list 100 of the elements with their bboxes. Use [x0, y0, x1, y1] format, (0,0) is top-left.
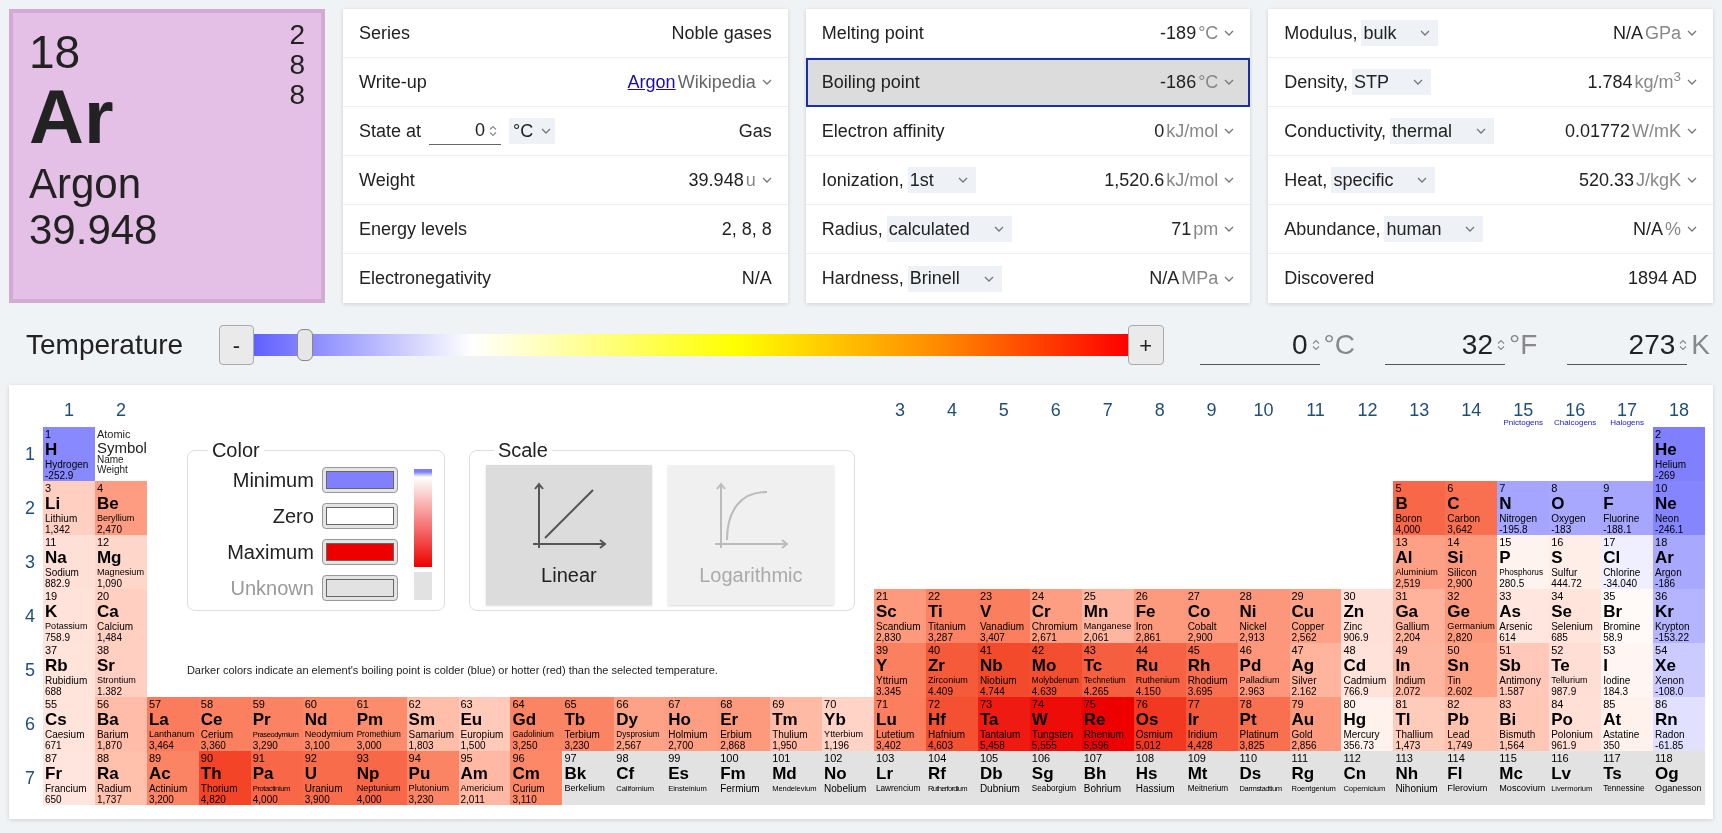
element-tile[interactable]: 17 Cl Chlorine -34.040: [1601, 535, 1654, 589]
element-tile[interactable]: 51 Sb Antimony 1.587: [1497, 643, 1550, 697]
element-tile[interactable]: 72 Hf Hafnium 4,603: [925, 697, 978, 751]
element-tile[interactable]: 90 Th Thorium 4,820: [198, 751, 251, 805]
element-tile[interactable]: 63 Eu Europium 1,500: [458, 697, 511, 751]
element-tile[interactable]: 11 Na Sodium 882.9: [43, 535, 95, 589]
element-tile[interactable]: 118 Og Oganesson: [1653, 751, 1705, 805]
element-tile[interactable]: 50 Sn Tin 2.602: [1445, 643, 1498, 697]
element-tile[interactable]: 105 Db Dubnium: [977, 751, 1030, 805]
element-tile[interactable]: 106 Sg Seaborgium: [1029, 751, 1082, 805]
element-tile[interactable]: 19 K Potassium 758.9: [43, 589, 95, 643]
element-tile[interactable]: 34 Se Selenium 685: [1549, 589, 1602, 643]
element-tile[interactable]: 69 Tm Thulium 1,950: [770, 697, 823, 751]
property-row[interactable]: Energy levels 2, 8, 8: [343, 205, 788, 254]
element-tile[interactable]: 9 F Fluorine -188.1: [1601, 481, 1654, 535]
element-tile[interactable]: 52 Te Tellurium 987.9: [1549, 643, 1602, 697]
element-tile[interactable]: 97 Bk Berkelium: [562, 751, 615, 805]
element-tile[interactable]: 3 Li Lithium 1,342: [43, 481, 95, 535]
element-tile[interactable]: 10 Ne Neon -246.1: [1653, 481, 1705, 535]
property-row[interactable]: Write-up ArgonWikipedia: [343, 58, 788, 107]
spinner-icon[interactable]: [1679, 338, 1688, 351]
option-select[interactable]: thermal: [1390, 118, 1495, 144]
element-tile[interactable]: 6 C Carbon 3,642: [1445, 481, 1498, 535]
element-tile[interactable]: 49 In Indium 2.072: [1393, 643, 1446, 697]
element-tile[interactable]: 95 Am Americium 2,011: [458, 751, 511, 805]
number-input[interactable]: 0: [429, 117, 502, 145]
element-tile[interactable]: 62 Sm Samarium 1,803: [406, 697, 459, 751]
element-tile[interactable]: 56 Ba Barium 1,870: [94, 697, 147, 751]
element-tile[interactable]: 70 Yb Ytterbium 1,196: [822, 697, 874, 751]
element-tile[interactable]: 44 Ru Ruthenium 4.150: [1133, 643, 1186, 697]
element-tile[interactable]: 92 U Uranium 3,900: [302, 751, 355, 805]
element-tile[interactable]: 82 Pb Lead 1,749: [1445, 697, 1498, 751]
element-tile[interactable]: 36 Kr Krypton -153.22: [1653, 589, 1705, 643]
element-tile[interactable]: 46 Pd Palladium 2.963: [1237, 643, 1290, 697]
element-tile[interactable]: 117 Ts Tennessine: [1601, 751, 1654, 805]
property-row[interactable]: Conductivity, thermal 0.01772W/mK: [1268, 107, 1713, 156]
property-row[interactable]: Heat, specific 520.33J/kgK: [1268, 156, 1713, 205]
unit-select[interactable]: °C: [509, 118, 556, 144]
element-tile[interactable]: 16 S Sulfur 444.72: [1549, 535, 1602, 589]
element-tile[interactable]: 73 Ta Tantalum 5,458: [977, 697, 1030, 751]
element-tile[interactable]: 54 Xe Xenon -108.0: [1653, 643, 1705, 697]
element-tile[interactable]: 96 Cm Curium 3,110: [510, 751, 563, 805]
property-row[interactable]: Boiling point -186°C: [805, 58, 1251, 107]
element-tile[interactable]: 89 Ac Actinium 3,200: [146, 751, 199, 805]
element-tile[interactable]: 57 La Lanthanum 3,464: [146, 697, 199, 751]
element-tile[interactable]: 87 Fr Francium 650: [43, 751, 95, 805]
property-row[interactable]: Radius, calculated 71pm: [805, 205, 1251, 254]
element-tile[interactable]: 28 Ni Nickel 2,913: [1237, 589, 1290, 643]
element-tile[interactable]: 1 H Hydrogen -252.9: [43, 427, 95, 481]
decrease-button[interactable]: -: [218, 325, 255, 365]
element-tile[interactable]: 100 Fm Fermium: [718, 751, 771, 805]
element-tile[interactable]: 93 Np Neptunium 4,000: [354, 751, 407, 805]
property-row[interactable]: Electron affinity 0kJ/mol: [805, 107, 1251, 156]
element-tile[interactable]: 108 Hs Hassium: [1133, 751, 1186, 805]
element-tile[interactable]: 15 P Phosphorus 280.5: [1497, 535, 1550, 589]
element-tile[interactable]: 53 I Iodine 184.3: [1601, 643, 1654, 697]
property-row[interactable]: Modulus, bulk N/AGPa: [1268, 9, 1713, 58]
element-tile[interactable]: 22 Ti Titanium 3,287: [925, 589, 978, 643]
element-tile[interactable]: 2 He Helium -269: [1653, 427, 1705, 481]
element-tile[interactable]: 64 Gd Gadolinium 3,250: [510, 697, 563, 751]
element-tile[interactable]: 43 Tc Technetium 4.265: [1081, 643, 1134, 697]
element-tile[interactable]: 47 Ag Silver 2.162: [1289, 643, 1342, 697]
element-tile[interactable]: 42 Mo Molybdenum 4.639: [1029, 643, 1082, 697]
element-tile[interactable]: 32 Ge Germanium 2,820: [1445, 589, 1498, 643]
temperature-slider[interactable]: [254, 329, 1128, 361]
option-select[interactable]: bulk: [1361, 20, 1439, 46]
element-tile[interactable]: 40 Zr Zirconium 4.409: [925, 643, 978, 697]
element-tile[interactable]: 78 Pt Platinum 3,825: [1237, 697, 1290, 751]
element-tile[interactable]: 35 Br Bromine 58.9: [1601, 589, 1654, 643]
element-tile[interactable]: 13 Al Aluminium 2,519: [1393, 535, 1446, 589]
element-tile[interactable]: 29 Cu Copper 2,562: [1289, 589, 1342, 643]
element-tile[interactable]: 58 Ce Cerium 3,360: [198, 697, 251, 751]
element-tile[interactable]: 27 Co Cobalt 2,900: [1185, 589, 1238, 643]
option-select[interactable]: 1st: [907, 167, 976, 193]
element-tile[interactable]: 55 Cs Caesium 671: [43, 697, 95, 751]
element-tile[interactable]: 68 Er Erbium 2,868: [718, 697, 771, 751]
element-tile[interactable]: 21 Sc Scandium 2,830: [874, 589, 926, 643]
scale-option[interactable]: Linear: [485, 465, 652, 605]
property-row[interactable]: State at 0 °C Gas: [343, 107, 788, 156]
element-tile[interactable]: 75 Re Rhenium 5,596: [1081, 697, 1134, 751]
spinner-icon[interactable]: [1311, 338, 1320, 351]
property-row[interactable]: Hardness, Brinell N/AMPa: [805, 254, 1251, 303]
element-tile[interactable]: 88 Ra Radium 1,737: [94, 751, 147, 805]
element-tile[interactable]: 12 Mg Magnesium 1,090: [94, 535, 147, 589]
article-link[interactable]: Argon: [627, 68, 676, 96]
element-tile[interactable]: 39 Y Yttrium 3.345: [874, 643, 926, 697]
temperature-field[interactable]: 273: [1567, 325, 1688, 365]
element-tile[interactable]: 31 Ga Gallium 2,204: [1393, 589, 1446, 643]
property-row[interactable]: Ionization, 1st 1,520.6kJ/mol: [805, 156, 1251, 205]
property-row[interactable]: Abundance, human N/A%: [1268, 205, 1713, 254]
element-tile[interactable]: 25 Mn Manganese 2,061: [1081, 589, 1134, 643]
element-tile[interactable]: 77 Ir Iridium 4,428: [1185, 697, 1238, 751]
property-row[interactable]: Density, STP 1.784kg/m$^{3}$: [1268, 58, 1713, 107]
element-tile[interactable]: 103 Lr Lawrencium: [874, 751, 926, 805]
element-tile[interactable]: 7 N Nitrogen -195.8: [1497, 481, 1550, 535]
element-tile[interactable]: 80 Hg Mercury 356.73: [1341, 697, 1394, 751]
property-row[interactable]: Weight 39.948 u: [343, 156, 788, 205]
temperature-field[interactable]: 32: [1385, 325, 1505, 365]
element-tile[interactable]: 79 Au Gold 2,856: [1289, 697, 1342, 751]
element-tile[interactable]: 20 Ca Calcium 1,484: [94, 589, 147, 643]
